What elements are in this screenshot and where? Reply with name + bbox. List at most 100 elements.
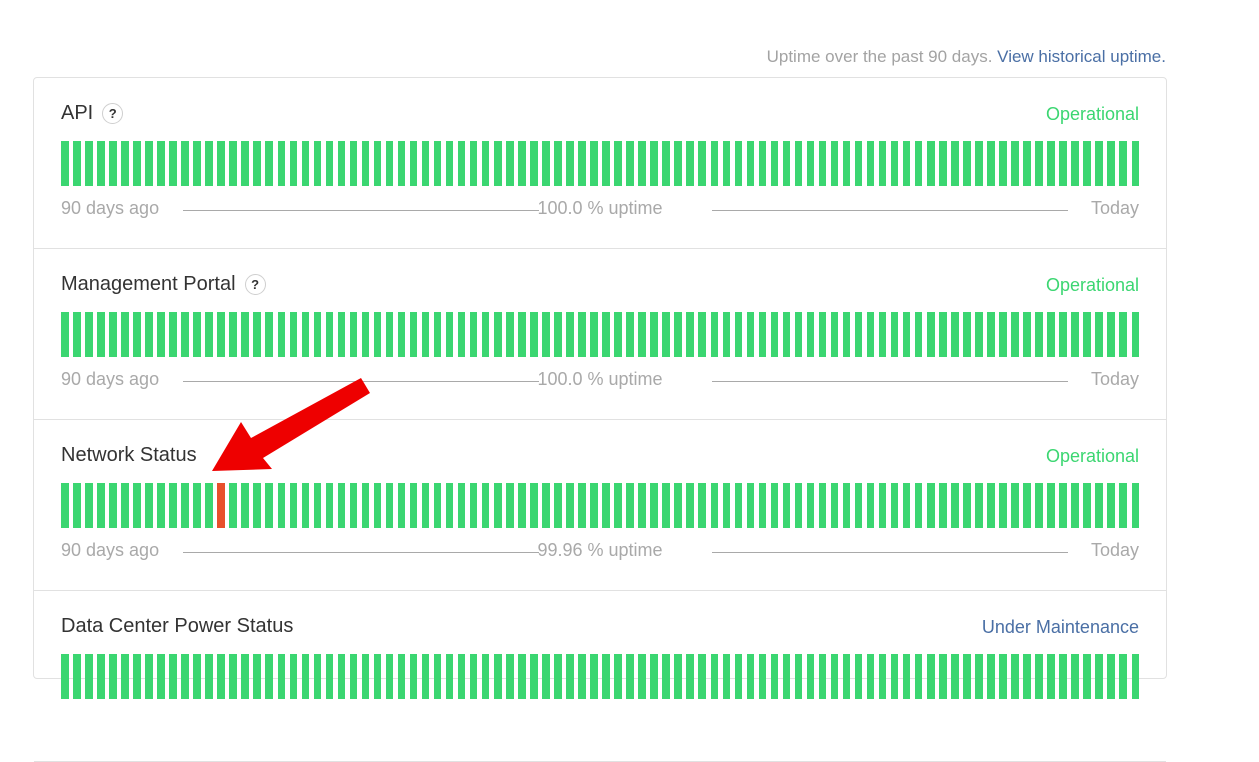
uptime-day-bar[interactable] xyxy=(157,483,165,528)
uptime-day-bar[interactable] xyxy=(325,141,334,186)
uptime-day-bar[interactable] xyxy=(999,654,1007,699)
uptime-day-bar[interactable] xyxy=(289,654,298,699)
uptime-day-bar[interactable] xyxy=(674,141,682,186)
uptime-day-bar[interactable] xyxy=(1119,654,1127,699)
uptime-day-bar[interactable] xyxy=(662,141,670,186)
uptime-day-bar[interactable] xyxy=(349,312,358,357)
uptime-day-bar[interactable] xyxy=(746,312,755,357)
uptime-day-bar[interactable] xyxy=(710,312,719,357)
uptime-day-bar[interactable] xyxy=(866,654,875,699)
help-icon[interactable]: ? xyxy=(102,103,124,124)
uptime-day-bar[interactable] xyxy=(1095,654,1103,699)
uptime-day-bar[interactable] xyxy=(109,312,117,357)
uptime-day-bar[interactable] xyxy=(181,654,189,699)
uptime-day-bar[interactable] xyxy=(626,141,634,186)
uptime-day-bar[interactable] xyxy=(409,312,418,357)
uptime-day-bar[interactable] xyxy=(542,483,550,528)
uptime-day-bar[interactable] xyxy=(770,141,779,186)
uptime-day-bar[interactable] xyxy=(866,312,875,357)
uptime-day-bar[interactable] xyxy=(433,312,442,357)
uptime-day-bar[interactable] xyxy=(1107,654,1115,699)
uptime-day-bar[interactable] xyxy=(85,483,93,528)
uptime-day-bar[interactable] xyxy=(830,312,839,357)
uptime-day-bar[interactable] xyxy=(698,654,706,699)
uptime-day-bar[interactable] xyxy=(469,483,478,528)
uptime-day-bar[interactable] xyxy=(878,141,887,186)
uptime-day-bar[interactable] xyxy=(421,312,430,357)
uptime-day-bar[interactable] xyxy=(987,654,995,699)
uptime-day-bar[interactable] xyxy=(1083,141,1091,186)
uptime-day-bar[interactable] xyxy=(73,312,81,357)
uptime-day-bar[interactable] xyxy=(253,483,261,528)
uptime-day-bar[interactable] xyxy=(361,654,370,699)
uptime-day-bar[interactable] xyxy=(1035,483,1043,528)
uptime-day-bar[interactable] xyxy=(590,654,598,699)
uptime-day-bar[interactable] xyxy=(433,483,442,528)
uptime-day-bar[interactable] xyxy=(289,141,298,186)
uptime-day-bar[interactable] xyxy=(241,312,249,357)
uptime-day-bar[interactable] xyxy=(1119,312,1127,357)
uptime-day-bar[interactable] xyxy=(217,312,225,357)
uptime-day-bar[interactable] xyxy=(722,312,731,357)
uptime-day-bar[interactable] xyxy=(698,483,706,528)
uptime-day-bar[interactable] xyxy=(518,654,526,699)
uptime-day-bar[interactable] xyxy=(818,654,827,699)
uptime-day-bar[interactable] xyxy=(385,141,394,186)
uptime-day-bar[interactable] xyxy=(710,483,719,528)
uptime-day-bar[interactable] xyxy=(61,141,69,186)
uptime-day-bar[interactable] xyxy=(578,483,586,528)
uptime-day-bar[interactable] xyxy=(313,654,322,699)
uptime-day-bar[interactable] xyxy=(842,312,851,357)
uptime-day-bar[interactable] xyxy=(265,141,273,186)
uptime-day-bar[interactable] xyxy=(85,312,93,357)
uptime-day-bar[interactable] xyxy=(97,654,105,699)
uptime-day-bar[interactable] xyxy=(61,483,69,528)
uptime-day-bar[interactable] xyxy=(542,141,550,186)
uptime-day-bar[interactable] xyxy=(878,312,887,357)
uptime-day-bar[interactable] xyxy=(157,312,165,357)
uptime-day-bar[interactable] xyxy=(770,483,779,528)
uptime-day-bar[interactable] xyxy=(578,141,586,186)
uptime-day-bar[interactable] xyxy=(650,141,658,186)
uptime-day-bar[interactable] xyxy=(133,483,141,528)
uptime-day-bar[interactable] xyxy=(566,654,574,699)
uptime-day-bar[interactable] xyxy=(734,483,743,528)
uptime-day-bar[interactable] xyxy=(939,483,947,528)
uptime-day-bar[interactable] xyxy=(409,483,418,528)
uptime-day-bar[interactable] xyxy=(445,312,454,357)
uptime-day-bar[interactable] xyxy=(229,483,237,528)
uptime-day-bar[interactable] xyxy=(457,483,466,528)
uptime-day-bar[interactable] xyxy=(265,312,273,357)
uptime-day-bar[interactable] xyxy=(337,654,346,699)
uptime-day-bar[interactable] xyxy=(445,654,454,699)
uptime-day-bar[interactable] xyxy=(133,654,141,699)
uptime-day-bar[interactable] xyxy=(409,654,418,699)
uptime-day-bar[interactable] xyxy=(169,483,177,528)
uptime-day-bar[interactable] xyxy=(229,312,237,357)
uptime-day-bar[interactable] xyxy=(1059,654,1067,699)
uptime-day-bar[interactable] xyxy=(1011,312,1019,357)
uptime-day-bar[interactable] xyxy=(902,654,911,699)
uptime-day-bar[interactable] xyxy=(121,654,129,699)
uptime-day-bar[interactable] xyxy=(373,312,382,357)
uptime-day-bar[interactable] xyxy=(1047,141,1055,186)
uptime-day-bar[interactable] xyxy=(421,654,430,699)
uptime-day-bar[interactable] xyxy=(758,312,767,357)
uptime-day-bar[interactable] xyxy=(1095,312,1103,357)
uptime-day-bar[interactable] xyxy=(1023,141,1031,186)
uptime-day-bar[interactable] xyxy=(650,654,658,699)
uptime-day-bar[interactable] xyxy=(1047,312,1055,357)
uptime-day-bar[interactable] xyxy=(854,483,863,528)
uptime-day-bar[interactable] xyxy=(638,483,646,528)
uptime-day-bar[interactable] xyxy=(878,483,887,528)
uptime-day-bar[interactable] xyxy=(530,141,538,186)
uptime-day-bar[interactable] xyxy=(602,141,610,186)
uptime-day-bar[interactable] xyxy=(1059,483,1067,528)
uptime-day-bar[interactable] xyxy=(554,483,562,528)
uptime-day-bar[interactable] xyxy=(373,654,382,699)
uptime-day-bar[interactable] xyxy=(1059,312,1067,357)
uptime-day-bar[interactable] xyxy=(854,141,863,186)
uptime-day-bar[interactable] xyxy=(1119,483,1127,528)
uptime-day-bar[interactable] xyxy=(1059,141,1067,186)
uptime-day-bar[interactable] xyxy=(241,483,249,528)
